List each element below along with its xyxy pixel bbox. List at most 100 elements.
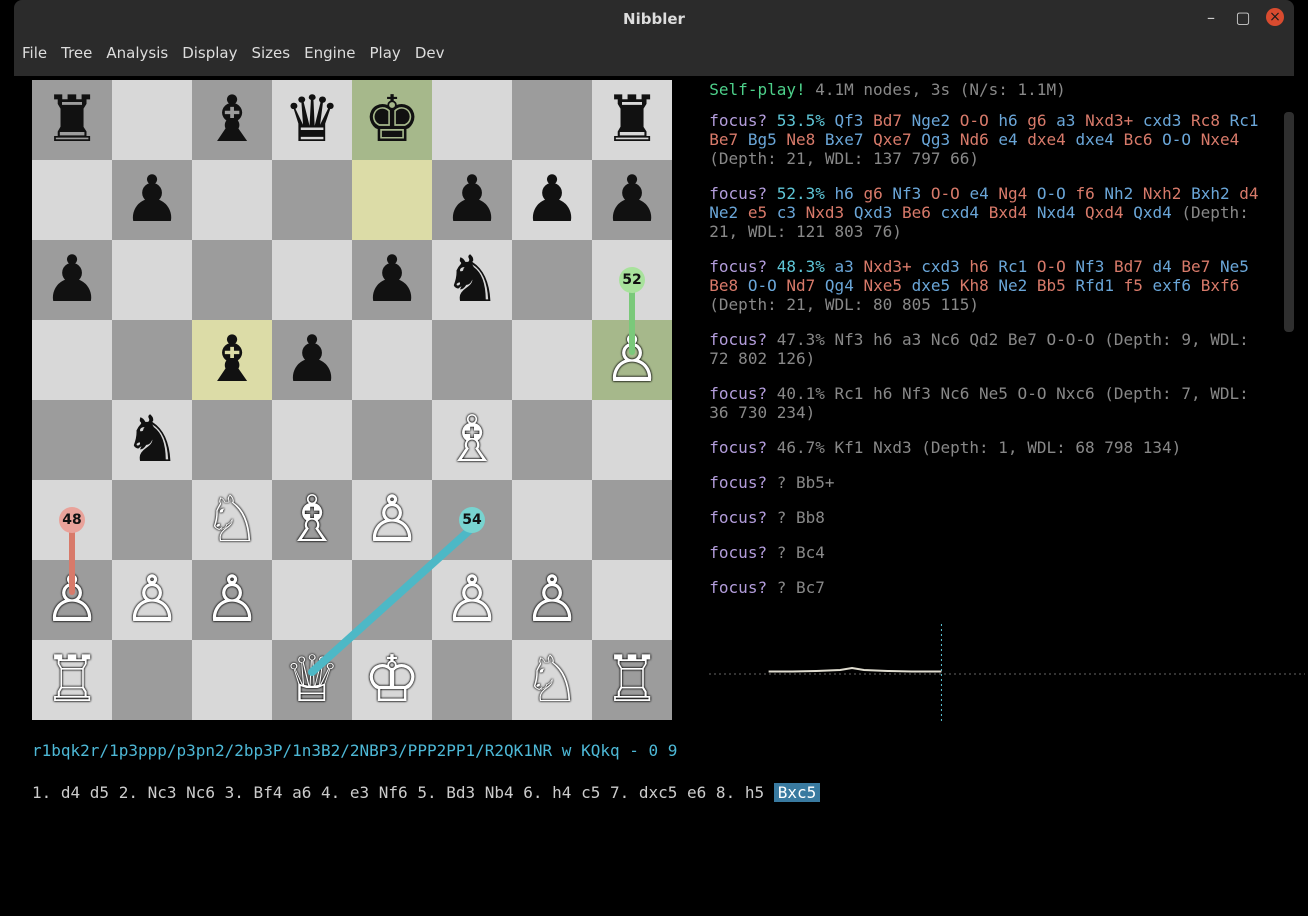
pv-move[interactable]: cxd3 [921, 257, 960, 276]
menu-display[interactable]: Display [182, 44, 237, 62]
pv-move[interactable]: O-O [1162, 130, 1191, 149]
square-f7[interactable]: ♟ [432, 160, 512, 240]
piece-bb-c8[interactable]: ♝ [203, 88, 260, 152]
square-c5[interactable]: ♝ [192, 320, 272, 400]
piece-wp-f2[interactable]: ♙ [443, 568, 500, 632]
piece-bn-b4[interactable]: ♞ [123, 408, 180, 472]
piece-wp-g2[interactable]: ♙ [523, 568, 580, 632]
square-f2[interactable]: ♙ [432, 560, 512, 640]
piece-bp-e6[interactable]: ♟ [363, 248, 420, 312]
piece-wr-a1[interactable]: ♖ [43, 648, 100, 712]
square-e3[interactable]: ♙ [352, 480, 432, 560]
pv-move[interactable]: g6 [1027, 111, 1046, 130]
square-e6[interactable]: ♟ [352, 240, 432, 320]
square-c2[interactable]: ♙ [192, 560, 272, 640]
piece-wn-g1[interactable]: ♘ [523, 648, 580, 712]
square-h4[interactable] [592, 400, 672, 480]
square-e5[interactable] [352, 320, 432, 400]
pv-line[interactable]: focus? ? Bc7 [709, 578, 1276, 597]
square-h5[interactable]: ♙ [592, 320, 672, 400]
piece-br-h8[interactable]: ♜ [603, 88, 660, 152]
square-a6[interactable]: ♟ [32, 240, 112, 320]
pv-move[interactable]: Bxd4 [989, 203, 1028, 222]
pv-move[interactable]: Nxh2 [1143, 184, 1182, 203]
pv-move[interactable]: O-O [1037, 257, 1066, 276]
square-g3[interactable] [512, 480, 592, 560]
square-d6[interactable] [272, 240, 352, 320]
square-b8[interactable] [112, 80, 192, 160]
square-b7[interactable]: ♟ [112, 160, 192, 240]
square-d2[interactable] [272, 560, 352, 640]
pv-move[interactable]: dxe5 [912, 276, 951, 295]
pv-move[interactable]: c3 [777, 203, 796, 222]
pv-move[interactable]: f6 [1075, 184, 1094, 203]
analysis-scroll[interactable]: Self-play! 4.1M nodes, 3s (N/s: 1.1M) fo… [709, 80, 1294, 614]
square-a4[interactable] [32, 400, 112, 480]
square-a8[interactable]: ♜ [32, 80, 112, 160]
square-d8[interactable]: ♛ [272, 80, 352, 160]
menu-file[interactable]: File [22, 44, 47, 62]
piece-bn-f6[interactable]: ♞ [443, 248, 500, 312]
pv-move[interactable]: O-O [960, 111, 989, 130]
pv-move[interactable]: Nxd4 [1037, 203, 1076, 222]
pv-move[interactable]: Nxd3+ [863, 257, 911, 276]
piece-bp-b7[interactable]: ♟ [123, 168, 180, 232]
pv-move[interactable]: Qf3 [835, 111, 864, 130]
pv-move[interactable]: Nd6 [960, 130, 989, 149]
pv-move[interactable]: dxe4 [1075, 130, 1114, 149]
square-b4[interactable]: ♞ [112, 400, 192, 480]
fen-text[interactable]: r1bqk2r/1p3ppp/p3pn2/2bp3P/1n3B2/2NBP3/P… [32, 739, 1276, 763]
pv-move[interactable]: cxd4 [941, 203, 980, 222]
pv-move[interactable]: Be6 [902, 203, 931, 222]
pv-move[interactable]: e5 [748, 203, 767, 222]
pv-move[interactable]: Rc1 [1230, 111, 1259, 130]
square-e2[interactable] [352, 560, 432, 640]
pv-move[interactable]: Ng4 [998, 184, 1027, 203]
pv-move[interactable]: Nh2 [1104, 184, 1133, 203]
pv-move[interactable]: Nf3 [892, 184, 921, 203]
square-g4[interactable] [512, 400, 592, 480]
square-c3[interactable]: ♘ [192, 480, 272, 560]
square-e7[interactable] [352, 160, 432, 240]
square-d1[interactable]: ♕ [272, 640, 352, 720]
pv-move[interactable]: d4 [1153, 257, 1172, 276]
pv-move[interactable]: Ne5 [1220, 257, 1249, 276]
pv-move[interactable]: Bg5 [748, 130, 777, 149]
menu-sizes[interactable]: Sizes [251, 44, 290, 62]
menu-play[interactable]: Play [370, 44, 401, 62]
square-c7[interactable] [192, 160, 272, 240]
piece-wq-d1[interactable]: ♕ [283, 648, 340, 712]
pv-move[interactable]: Rc8 [1191, 111, 1220, 130]
square-h3[interactable] [592, 480, 672, 560]
square-h2[interactable] [592, 560, 672, 640]
pv-move[interactable]: Rc1 [998, 257, 1027, 276]
piece-wp-b2[interactable]: ♙ [123, 568, 180, 632]
pv-move[interactable]: Nxe5 [863, 276, 902, 295]
square-g2[interactable]: ♙ [512, 560, 592, 640]
square-d3[interactable]: ♗ [272, 480, 352, 560]
pv-move[interactable]: Kh8 [960, 276, 989, 295]
pv-move[interactable]: e4 [998, 130, 1017, 149]
menu-dev[interactable]: Dev [415, 44, 445, 62]
square-a1[interactable]: ♖ [32, 640, 112, 720]
square-g7[interactable]: ♟ [512, 160, 592, 240]
piece-br-a8[interactable]: ♜ [43, 88, 100, 152]
pv-move[interactable]: Be7 [709, 130, 738, 149]
piece-wk-e1[interactable]: ♔ [363, 648, 420, 712]
square-b1[interactable] [112, 640, 192, 720]
pv-move[interactable]: Qxd4 [1133, 203, 1172, 222]
pv-line[interactable]: focus? ? Bb8 [709, 508, 1276, 527]
square-a2[interactable]: ♙ [32, 560, 112, 640]
piece-bp-f7[interactable]: ♟ [443, 168, 500, 232]
square-g6[interactable] [512, 240, 592, 320]
piece-bp-g7[interactable]: ♟ [523, 168, 580, 232]
pv-move[interactable]: Bb5 [1037, 276, 1066, 295]
pv-move[interactable]: Qxd3 [854, 203, 893, 222]
square-a5[interactable] [32, 320, 112, 400]
piece-bp-d5[interactable]: ♟ [283, 328, 340, 392]
square-a7[interactable] [32, 160, 112, 240]
square-b6[interactable] [112, 240, 192, 320]
piece-wr-h1[interactable]: ♖ [603, 648, 660, 712]
pv-move[interactable]: a3 [835, 257, 854, 276]
square-f5[interactable] [432, 320, 512, 400]
